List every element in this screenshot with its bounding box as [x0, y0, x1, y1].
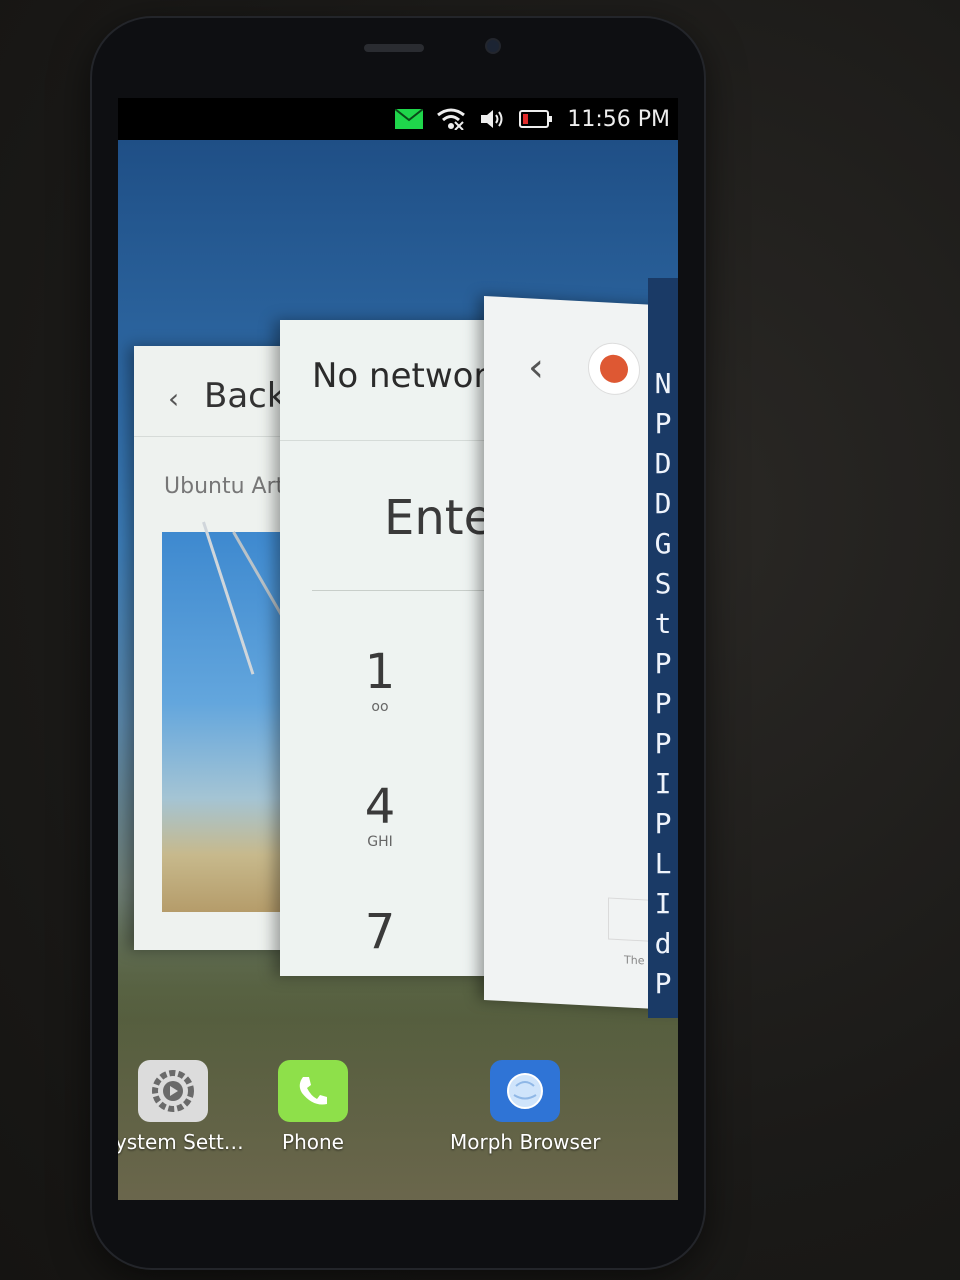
battery-icon[interactable]	[519, 109, 553, 129]
app-dock: System Sett… Phone Morph Browser	[118, 1048, 678, 1158]
key-number: 1	[364, 644, 396, 700]
index-sidebar[interactable]: NPDDGStPPPIPLIdP	[648, 278, 678, 1018]
sidebar-letter[interactable]: I	[655, 884, 672, 924]
phone-icon[interactable]	[278, 1060, 348, 1122]
dial-key-4[interactable]: 4 GHI	[350, 780, 410, 850]
sidebar-letter[interactable]: S	[655, 564, 672, 604]
voicemail-icon: oo	[371, 699, 389, 715]
sidebar-letter[interactable]: P	[655, 404, 672, 444]
sidebar-letter[interactable]: P	[655, 964, 672, 1004]
sidebar-letter[interactable]: P	[655, 684, 672, 724]
content-box	[608, 897, 650, 942]
clock[interactable]: 11:56 PM	[567, 107, 670, 132]
sidebar-letter[interactable]: D	[655, 444, 672, 484]
key-number: 4	[364, 779, 396, 835]
app-label: Morph Browser	[450, 1130, 601, 1154]
sidebar-letter[interactable]: N	[655, 364, 672, 404]
phone-screen: 11:56 PM ‹ Backg Ubuntu Art No network E…	[118, 98, 678, 1200]
number-input[interactable]: Ente	[384, 490, 493, 546]
sidebar-letter[interactable]: G	[655, 524, 672, 564]
status-bar[interactable]: 11:56 PM	[118, 98, 678, 140]
card-title: No network	[312, 356, 500, 396]
sidebar-letter[interactable]: I	[655, 764, 672, 804]
app-label: Phone	[282, 1130, 344, 1154]
app-card-phone[interactable]: No network Ente 1 oo 4 GHI 7	[280, 320, 500, 976]
footer-text: The	[624, 953, 645, 968]
key-number: 7	[364, 904, 396, 960]
front-camera	[487, 40, 499, 52]
wifi-icon[interactable]	[437, 108, 466, 130]
settings-icon[interactable]	[138, 1060, 208, 1122]
duckduckgo-logo	[600, 354, 628, 384]
duckduckgo-icon[interactable]	[588, 341, 640, 397]
dock-app-phone[interactable]: Phone	[238, 1060, 388, 1154]
dial-key-7[interactable]: 7	[350, 905, 410, 959]
sidebar-letter[interactable]: t	[655, 604, 672, 644]
dock-app-morph-browser[interactable]: Morph Browser	[450, 1060, 601, 1154]
divider	[312, 590, 500, 591]
key-letters: GHI	[367, 834, 393, 850]
sidebar-letter[interactable]: P	[655, 644, 672, 684]
dial-key-1[interactable]: 1 oo	[350, 645, 410, 715]
sidebar-letter[interactable]: d	[655, 924, 672, 964]
mast-shape	[202, 521, 255, 675]
back-icon[interactable]: ‹	[528, 344, 544, 391]
message-icon[interactable]	[395, 109, 424, 129]
sidebar-letter[interactable]: L	[655, 844, 672, 884]
volume-icon[interactable]	[479, 108, 505, 130]
app-label: System Sett…	[118, 1130, 244, 1154]
earpiece	[364, 44, 424, 52]
sidebar-letter[interactable]: P	[655, 724, 672, 764]
sidebar-letter[interactable]: D	[655, 484, 672, 524]
card-subtitle: Ubuntu Art	[164, 474, 285, 499]
sidebar-letter[interactable]: P	[655, 804, 672, 844]
divider	[280, 440, 500, 441]
browser-icon[interactable]	[490, 1060, 560, 1122]
dock-app-system-settings[interactable]: System Sett…	[118, 1060, 248, 1154]
back-icon[interactable]: ‹	[168, 382, 179, 415]
